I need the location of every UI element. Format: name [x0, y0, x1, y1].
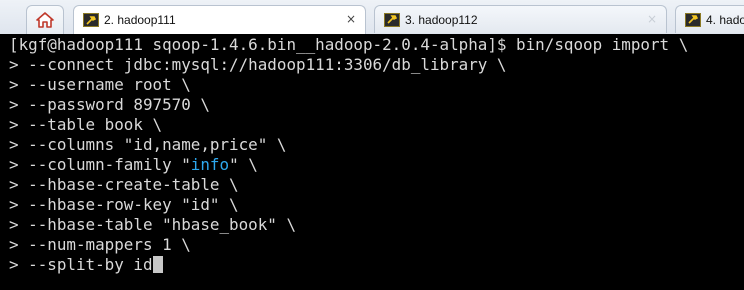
text-cursor	[152, 256, 163, 273]
terminal-line: > --column-family "info" \	[9, 155, 688, 175]
terminal-line: > --split-by id	[9, 255, 688, 275]
wrench-icon	[685, 12, 701, 27]
tab-label: 3. hadoop112	[405, 12, 478, 27]
close-icon[interactable]: ×	[346, 12, 356, 26]
terminal-line: > --connect jdbc:mysql://hadoop111:3306/…	[9, 55, 507, 74]
home-tab[interactable]	[26, 5, 64, 34]
terminal-text: > --split-by id	[9, 255, 153, 274]
wrench-icon	[83, 13, 99, 27]
home-icon	[36, 12, 54, 28]
terminal-line: > --num-mappers 1 \	[9, 235, 191, 254]
terminal-line: > --table book \	[9, 115, 163, 134]
tab-hadoop111[interactable]: 2. hadoop111 ×	[73, 5, 366, 34]
terminal-line: > --hbase-row-key "id" \	[9, 195, 239, 214]
tab-label: 2. hadoop111	[104, 13, 176, 27]
terminal-line: > --columns "id,name,price" \	[9, 135, 287, 154]
wrench-icon	[384, 12, 400, 27]
close-icon[interactable]: ×	[647, 12, 657, 26]
terminal-line: > --hbase-create-table \	[9, 175, 239, 194]
terminal-line: > --password 897570 \	[9, 95, 210, 114]
terminal-output[interactable]: [kgf@hadoop111 sqoop-1.4.6.bin__hadoop-2…	[0, 34, 744, 290]
tab-label: 4. hado	[706, 12, 744, 27]
terminal-line: [kgf@hadoop111 sqoop-1.4.6.bin__hadoop-2…	[9, 35, 689, 54]
terminal-lines: [kgf@hadoop111 sqoop-1.4.6.bin__hadoop-2…	[9, 35, 688, 275]
tab-hadoop113[interactable]: 4. hado	[675, 5, 744, 33]
highlighted-text: info	[190, 155, 230, 174]
terminal-text: " \	[229, 155, 258, 174]
terminal-line: > --username root \	[9, 75, 191, 94]
terminal-text: > --column-family "	[9, 155, 191, 174]
tab-bar: 2. hadoop111 × 3. hadoop112 × 4. hado	[0, 0, 744, 35]
terminal-line: > --hbase-table "hbase_book" \	[9, 215, 297, 234]
tab-hadoop112[interactable]: 3. hadoop112 ×	[374, 5, 667, 33]
